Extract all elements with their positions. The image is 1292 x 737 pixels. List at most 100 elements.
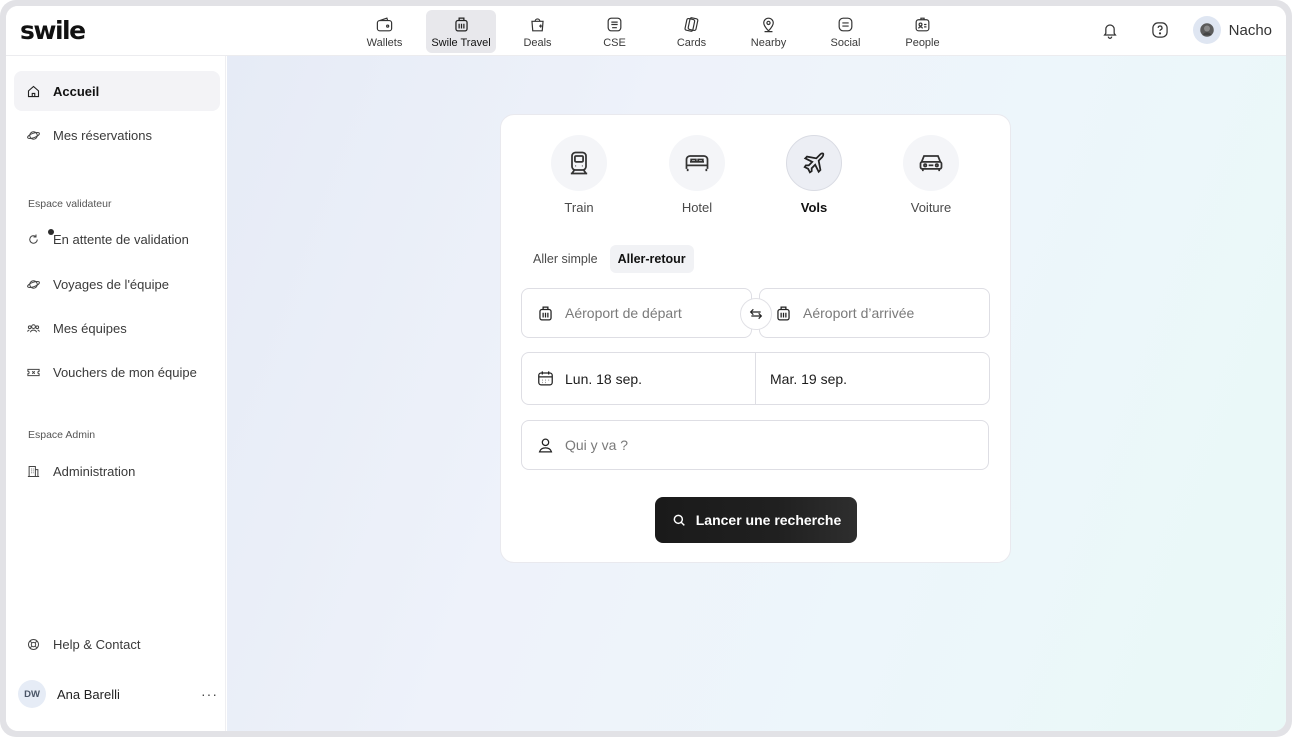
notifications-button[interactable] <box>1095 15 1125 45</box>
departure-airport-field[interactable]: Aéroport de départ <box>521 288 752 338</box>
sidebar: Accueil Mes réservations Espace validate… <box>6 56 226 731</box>
sidebar-item-pending-validation[interactable]: En attente de validation <box>14 219 220 259</box>
team-icon <box>27 323 40 332</box>
wallet-icon <box>376 16 393 31</box>
return-date-value: Mar. 19 sep. <box>770 370 848 387</box>
nav-people-label: People <box>905 36 940 49</box>
sidebar-item-my-teams[interactable]: Mes équipes <box>14 308 220 348</box>
top-bar: swile Wallets Swile Travel Deals CSE Car… <box>6 6 1286 56</box>
nav-social[interactable]: Social <box>807 10 884 53</box>
current-user-name: Ana Barelli <box>57 686 120 702</box>
nav-swile-travel[interactable]: Swile Travel <box>426 10 496 53</box>
avatar <box>1192 16 1221 44</box>
mode-train[interactable]: Train <box>534 135 624 215</box>
tab-round-trip[interactable]: Aller-retour <box>609 245 694 273</box>
trip-type-tabs: Aller simple Aller-retour <box>525 245 694 273</box>
location-pin-icon <box>763 17 774 32</box>
help-button[interactable] <box>1145 15 1175 45</box>
nav-nearby[interactable]: Nearby <box>730 10 807 53</box>
bed-icon <box>685 155 709 172</box>
mode-circle <box>551 135 607 191</box>
nav-wallets[interactable]: Wallets <box>346 10 423 53</box>
refresh-icon <box>29 234 38 244</box>
sidebar-item-label: Mes réservations <box>53 127 152 143</box>
mode-label: Hotel <box>681 200 713 215</box>
arrival-placeholder: Aéroport d’arrivée <box>803 305 915 321</box>
search-icon <box>673 514 685 526</box>
sidebar-item-team-trips[interactable]: Voyages de l'équipe <box>14 264 220 304</box>
top-right-actions: Nacho <box>1075 15 1272 45</box>
mode-label: Vols <box>800 200 828 215</box>
more-options-button[interactable]: ··· <box>201 686 218 702</box>
sidebar-item-label: Mes équipes <box>53 320 127 336</box>
swap-arrows-icon <box>749 308 763 320</box>
question-icon <box>1151 22 1168 38</box>
sidebar-item-label: Voyages de l'équipe <box>53 276 169 292</box>
user-menu[interactable]: Nacho <box>1192 16 1272 44</box>
shopping-bag-icon <box>531 17 544 31</box>
departure-date-field[interactable]: Lun. 18 sep. <box>522 353 755 404</box>
lifebuoy-icon <box>28 638 39 650</box>
user-initials-avatar: DW <box>18 680 46 708</box>
mode-label: Voiture <box>910 200 952 215</box>
main-nav: Wallets Swile Travel Deals CSE Cards Nea… <box>346 10 961 53</box>
nav-nearby-label: Nearby <box>750 36 787 49</box>
tab-one-way[interactable]: Aller simple <box>525 245 606 273</box>
mode-label: Train <box>564 200 594 215</box>
nav-cards-label: Cards <box>676 36 707 49</box>
car-icon <box>919 155 943 172</box>
nav-cards[interactable]: Cards <box>653 10 730 53</box>
swap-airports-button[interactable] <box>740 298 772 330</box>
notification-dot <box>48 228 54 235</box>
swile-logo[interactable]: swile <box>20 16 86 45</box>
return-date-field[interactable]: Mar. 19 sep. <box>755 353 989 404</box>
home-icon <box>27 85 40 97</box>
departure-placeholder: Aéroport de départ <box>565 305 682 321</box>
sidebar-item-label: Administration <box>53 463 136 479</box>
refresh-icon-wrap <box>26 228 54 247</box>
bell-icon <box>1102 24 1117 39</box>
planet-icon <box>27 130 40 140</box>
train-icon <box>570 151 588 175</box>
sidebar-item-label: Vouchers de mon équipe <box>53 364 197 380</box>
nav-cse[interactable]: CSE <box>576 10 653 53</box>
user-name: Nacho <box>1228 21 1272 39</box>
luggage-icon <box>539 306 552 320</box>
search-card: Train Hotel Vols Voiture Aller simple Al… <box>500 114 1011 563</box>
mode-circle <box>903 135 959 191</box>
mode-circle <box>669 135 725 191</box>
cse-icon <box>607 17 622 31</box>
travellers-field[interactable]: Qui y va ? <box>521 420 989 470</box>
nav-cse-label: CSE <box>603 36 626 49</box>
sidebar-item-reservations[interactable]: Mes réservations <box>14 115 220 155</box>
plane-icon <box>803 152 825 174</box>
nav-wallets-label: Wallets <box>366 36 403 49</box>
arrival-airport-field[interactable]: Aéroport d’arrivée <box>759 288 990 338</box>
sidebar-item-label: Accueil <box>53 83 100 99</box>
sidebar-item-administration[interactable]: Administration <box>14 451 220 491</box>
person-icon <box>538 438 553 452</box>
nav-deals[interactable]: Deals <box>499 10 576 53</box>
date-range-field: Lun. 18 sep. Mar. 19 sep. <box>521 352 990 405</box>
launch-search-label: Lancer une recherche <box>695 512 842 528</box>
current-user[interactable]: DW Ana Barelli ··· <box>18 679 218 709</box>
people-icon <box>915 17 930 31</box>
sidebar-item-help[interactable]: Help & Contact <box>14 624 220 664</box>
mode-car[interactable]: Voiture <box>886 135 976 215</box>
mode-flights[interactable]: Vols <box>769 135 859 215</box>
sidebar-item-label: En attente de validation <box>53 231 189 247</box>
sidebar-item-team-vouchers[interactable]: Vouchers de mon équipe <box>14 352 220 392</box>
mode-hotel[interactable]: Hotel <box>652 135 742 215</box>
nav-people[interactable]: People <box>884 10 961 53</box>
departure-date-value: Lun. 18 sep. <box>565 370 643 387</box>
luggage-icon <box>777 306 790 320</box>
nav-social-label: Social <box>830 36 861 49</box>
launch-search-button[interactable]: Lancer une recherche <box>655 497 857 543</box>
voucher-icon <box>27 368 40 376</box>
mode-circle <box>786 135 842 191</box>
social-icon <box>838 17 853 31</box>
luggage-icon <box>454 17 468 31</box>
sidebar-item-accueil[interactable]: Accueil <box>14 71 220 111</box>
validator-section-title: Espace validateur <box>28 198 112 210</box>
sidebar-item-label: Help & Contact <box>53 636 141 652</box>
